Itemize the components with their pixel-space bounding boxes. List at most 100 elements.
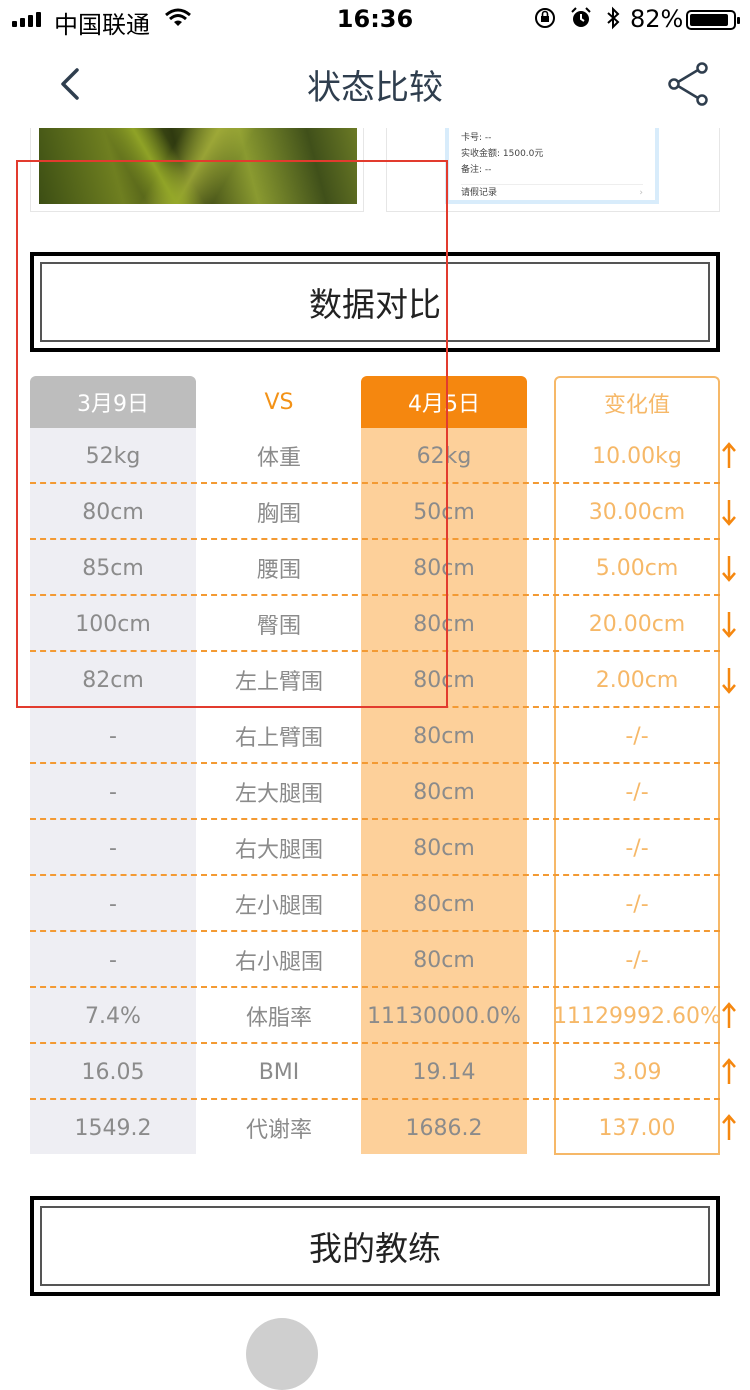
metric-label: 左大腿围 — [234, 782, 323, 807]
after-value: 80cm — [413, 891, 475, 917]
metric-label: 代谢率 — [245, 1118, 312, 1143]
change-value: -/- — [625, 779, 649, 805]
before-value: - — [109, 835, 117, 861]
before-value: 7.4% — [85, 1003, 141, 1029]
before-value: - — [109, 779, 117, 805]
before-value: 16.05 — [81, 1059, 145, 1085]
table-row: - 右上臂围 80cm -/- — [30, 708, 720, 764]
change-value: -/- — [625, 947, 649, 973]
before-value: 85cm — [82, 555, 144, 581]
date-before-header: 3月9日 — [30, 376, 196, 428]
after-value: 1686.2 — [405, 1115, 483, 1141]
metric-label: 右小腿围 — [234, 950, 323, 975]
after-value: 80cm — [413, 835, 475, 861]
after-value: 80cm — [413, 779, 475, 805]
after-value: 80cm — [413, 723, 475, 749]
change-value: 30.00cm — [588, 499, 686, 525]
share-icon[interactable] — [664, 60, 712, 108]
photo-after-card[interactable]: 卡号: -- 实收金额: 1500.0元 备注: -- 请假记录 › — [386, 128, 720, 212]
table-row: 7.4% 体脂率 11130000.0% 11129992.60% — [30, 988, 736, 1044]
chevron-right-icon: › — [639, 188, 643, 198]
before-value: 100cm — [75, 611, 151, 637]
table-row: 1549.2 代谢率 1686.2 137.00 — [30, 1100, 736, 1156]
battery-percent: 82% — [630, 5, 684, 33]
after-value: 19.14 — [412, 1059, 476, 1085]
body-photo-before — [39, 128, 357, 204]
table-row: - 左大腿围 80cm -/- — [30, 764, 720, 820]
after-value: 50cm — [413, 499, 475, 525]
data-compare-section-header: 数据对比 — [30, 252, 720, 352]
after-value: 11130000.0% — [367, 1003, 521, 1029]
metric-label: 右上臂围 — [234, 726, 323, 751]
vs-label: VS — [264, 389, 294, 415]
arrow-down-icon — [722, 612, 736, 638]
before-value: - — [109, 947, 117, 973]
navigation-bar: 状态比较 — [0, 40, 750, 128]
my-coach-section-header: 我的教练 — [30, 1196, 720, 1296]
doc-leave-record-label: 请假记录 — [461, 188, 498, 198]
table-row: - 右大腿围 80cm -/- — [30, 820, 720, 876]
body-photo-after: 卡号: -- 实收金额: 1500.0元 备注: -- 请假记录 › — [445, 128, 659, 204]
change-value: 20.00cm — [588, 611, 686, 637]
table-row: - 左小腿围 80cm -/- — [30, 876, 720, 932]
metric-label: 右大腿围 — [234, 838, 323, 863]
after-value: 80cm — [413, 555, 475, 581]
before-value: 1549.2 — [74, 1115, 152, 1141]
change-value: 137.00 — [598, 1115, 676, 1141]
section-title: 我的教练 — [40, 1206, 710, 1286]
arrow-up-icon — [722, 442, 736, 468]
alarm-icon — [571, 7, 591, 27]
metric-label: BMI — [258, 1059, 300, 1085]
orientation-lock-icon — [535, 8, 555, 28]
change-value: 5.00cm — [595, 555, 679, 581]
bluetooth-icon — [607, 6, 620, 30]
table-row: 80cm 胸围 50cm 30.00cm — [30, 484, 736, 540]
table-row: 52kg 体重 62kg 10.00kg — [30, 428, 736, 484]
metric-label: 臀围 — [256, 614, 301, 639]
before-value: - — [109, 723, 117, 749]
arrow-down-icon — [722, 668, 736, 694]
table-row: 16.05 BMI 19.14 3.09 — [30, 1044, 736, 1100]
change-value: -/- — [625, 723, 649, 749]
change-value: 10.00kg — [592, 443, 682, 469]
table-row: 82cm 左上臂围 80cm 2.00cm — [30, 652, 736, 708]
doc-remark: 备注: -- — [461, 165, 492, 175]
after-value: 80cm — [413, 947, 475, 973]
after-value: 80cm — [413, 611, 475, 637]
metric-label: 左上臂围 — [234, 670, 323, 695]
doc-amount: 实收金额: 1500.0元 — [461, 149, 544, 159]
before-value: 80cm — [82, 499, 144, 525]
arrow-up-icon — [722, 1058, 736, 1084]
doc-leave-record: 请假记录 › — [461, 184, 643, 201]
change-value: 2.00cm — [595, 667, 679, 693]
arrow-down-icon — [722, 556, 736, 582]
arrow-down-icon — [722, 500, 736, 526]
arrow-up-icon — [722, 1114, 736, 1140]
before-value: 82cm — [82, 667, 144, 693]
change-value: -/- — [625, 891, 649, 917]
page-title: 状态比较 — [307, 68, 443, 108]
before-value: - — [109, 891, 117, 917]
change-value: 3.09 — [612, 1059, 662, 1085]
photo-before-card[interactable] — [30, 128, 364, 212]
date-after-header: 4月5日 — [361, 376, 527, 428]
avatar[interactable] — [246, 1318, 318, 1390]
after-value: 62kg — [416, 443, 472, 469]
table-row: - 右小腿围 80cm -/- — [30, 932, 720, 988]
section-title: 数据对比 — [40, 262, 710, 342]
metric-label: 左小腿围 — [234, 894, 323, 919]
change-value: 11129992.60% — [553, 1003, 721, 1029]
table-row: 85cm 腰围 80cm 5.00cm — [30, 540, 736, 596]
after-value: 80cm — [413, 667, 475, 693]
metric-label: 体脂率 — [245, 1006, 312, 1031]
change-header: 变化值 — [554, 376, 720, 428]
change-value: -/- — [625, 835, 649, 861]
metric-label: 胸围 — [256, 502, 301, 527]
metric-label: 腰围 — [256, 558, 301, 583]
table-row: 100cm 臀围 80cm 20.00cm — [30, 596, 736, 652]
arrow-up-icon — [722, 1002, 736, 1028]
doc-card-number: 卡号: -- — [461, 133, 492, 143]
before-value: 52kg — [85, 443, 141, 469]
status-bar: 中国联通 16:36 82% — [0, 0, 750, 40]
battery-icon — [686, 10, 740, 30]
